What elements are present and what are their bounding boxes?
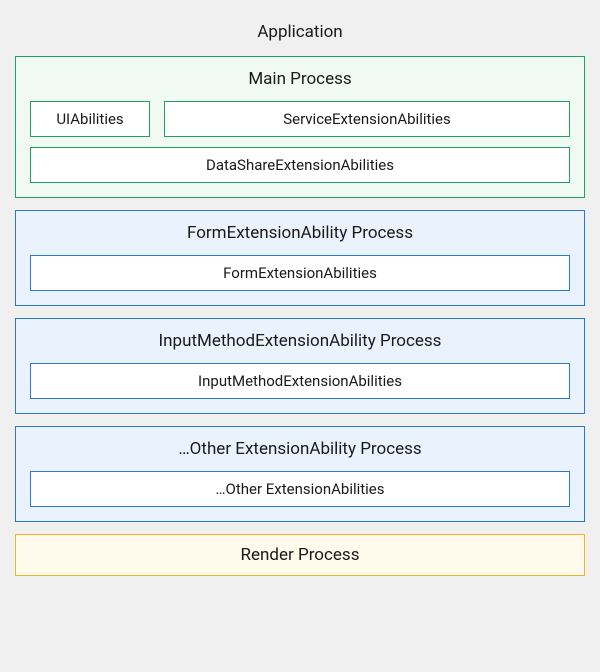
ui-abilities-box: UIAbilities	[30, 101, 150, 137]
other-extension-process-title: …Other ExtensionAbility Process	[30, 439, 570, 459]
inputmethod-extension-process-box: InputMethodExtensionAbility Process Inpu…	[15, 318, 585, 414]
inputmethod-extension-abilities-box: InputMethodExtensionAbilities	[30, 363, 570, 399]
inputmethod-extension-process-title: InputMethodExtensionAbility Process	[30, 331, 570, 351]
other-extension-process-box: …Other ExtensionAbility Process …Other E…	[15, 426, 585, 522]
form-extension-process-title: FormExtensionAbility Process	[30, 223, 570, 243]
main-process-box: Main Process UIAbilities ServiceExtensio…	[15, 56, 585, 198]
main-process-title: Main Process	[30, 69, 570, 89]
render-process-title: Render Process	[30, 545, 570, 565]
render-process-box: Render Process	[15, 534, 585, 576]
application-title: Application	[15, 22, 585, 42]
other-extension-abilities-box: …Other ExtensionAbilities	[30, 471, 570, 507]
form-extension-abilities-box: FormExtensionAbilities	[30, 255, 570, 291]
main-process-row1: UIAbilities ServiceExtensionAbilities	[30, 101, 570, 137]
datashare-extension-abilities-box: DataShareExtensionAbilities	[30, 147, 570, 183]
service-extension-abilities-box: ServiceExtensionAbilities	[164, 101, 570, 137]
form-extension-process-box: FormExtensionAbility Process FormExtensi…	[15, 210, 585, 306]
